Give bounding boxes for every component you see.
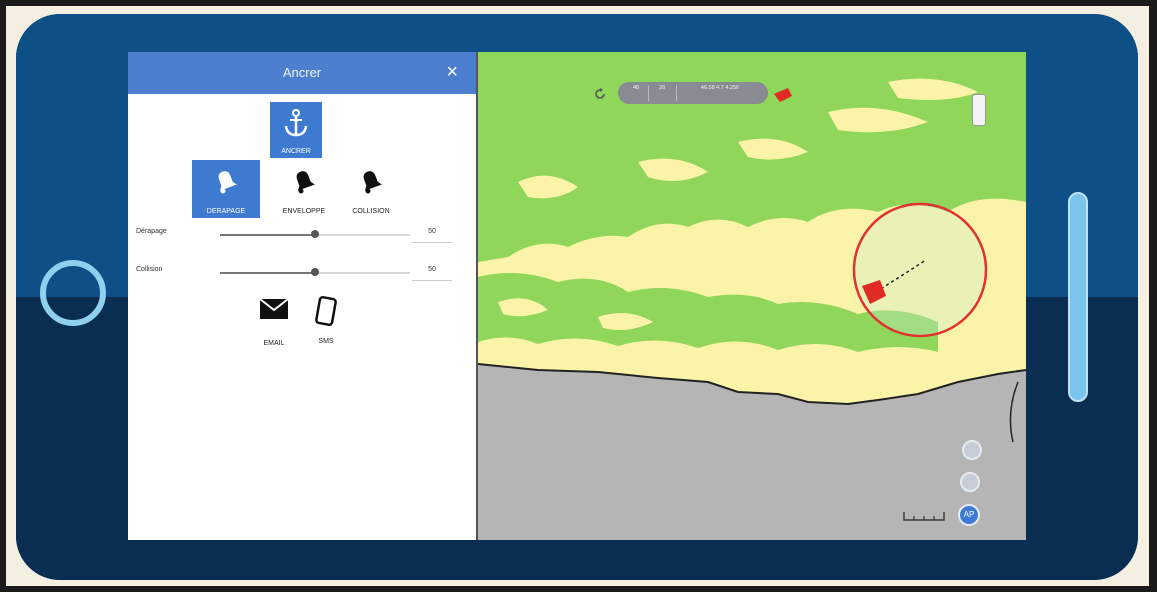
dragging-mode-button[interactable]: DERAPAGE (192, 160, 260, 218)
dragging-mode-label: DERAPAGE (206, 208, 246, 215)
side-scrollbar[interactable] (1068, 192, 1088, 402)
envelope-mode-label: ENVELOPPE (282, 208, 326, 215)
dragging-slider-label: Dérapage (136, 228, 167, 235)
refresh-icon[interactable] (594, 88, 606, 100)
sound-toggle-button[interactable] (962, 440, 982, 460)
panel-title: Ancrer (282, 65, 322, 80)
bell-icon (296, 171, 315, 194)
sms-label: SMS (318, 338, 334, 345)
layers-button[interactable] (972, 94, 986, 126)
envelope-mode-button[interactable]: ENVELOPPE (278, 160, 330, 218)
email-label: EMAIL (263, 340, 285, 347)
email-button[interactable]: EMAIL (252, 298, 296, 350)
anchor-icon (284, 109, 308, 137)
map-layer (478, 52, 1026, 540)
close-button[interactable]: × (446, 60, 458, 84)
dragging-slider[interactable] (220, 230, 410, 238)
autopilot-button[interactable]: AP (958, 504, 980, 526)
center-boat-button[interactable] (960, 472, 980, 492)
envelope-icon (259, 298, 289, 319)
info-field-3: 46.58 4.7 4.256 (700, 85, 740, 91)
collision-slider-thumb[interactable] (311, 268, 319, 276)
collision-slider-fill (220, 272, 315, 274)
anchor-panel: Ancrer × ANCRER DERAPAGE ENVELOPPE COLLI… (128, 52, 478, 540)
collision-value[interactable]: 50 (412, 264, 452, 281)
app-screen: Ancrer × ANCRER DERAPAGE ENVELOPPE COLLI… (128, 52, 1026, 540)
collision-mode-button[interactable]: COLLISION (342, 160, 400, 218)
collision-mode-label: COLLISION (352, 208, 390, 215)
bell-icon (218, 171, 237, 194)
phone-icon (315, 296, 337, 326)
anchor-mode-button[interactable]: ANCRER (270, 102, 322, 158)
dragging-value[interactable]: 50 (412, 226, 452, 243)
dragging-slider-thumb[interactable] (311, 230, 319, 238)
map-scale-bar (903, 512, 945, 521)
info-field-1: 48 (632, 85, 640, 91)
navigation-info-bar[interactable]: 48 28 46.58 4.7 4.256 (618, 82, 768, 104)
tablet-frame: Ancrer × ANCRER DERAPAGE ENVELOPPE COLLI… (16, 14, 1138, 580)
chart-map[interactable]: 48 28 46.58 4.7 4.256 AP (478, 52, 1026, 540)
bell-icon (363, 171, 382, 194)
anchor-mode-label: ANCRER (281, 148, 311, 155)
collision-slider-label: Collision (136, 266, 163, 273)
home-button[interactable] (40, 260, 106, 326)
panel-header: Ancrer × (128, 52, 476, 94)
dragging-slider-fill (220, 234, 315, 236)
info-field-2: 28 (658, 85, 666, 91)
sms-button[interactable]: SMS (304, 296, 348, 348)
collision-slider[interactable] (220, 268, 410, 276)
